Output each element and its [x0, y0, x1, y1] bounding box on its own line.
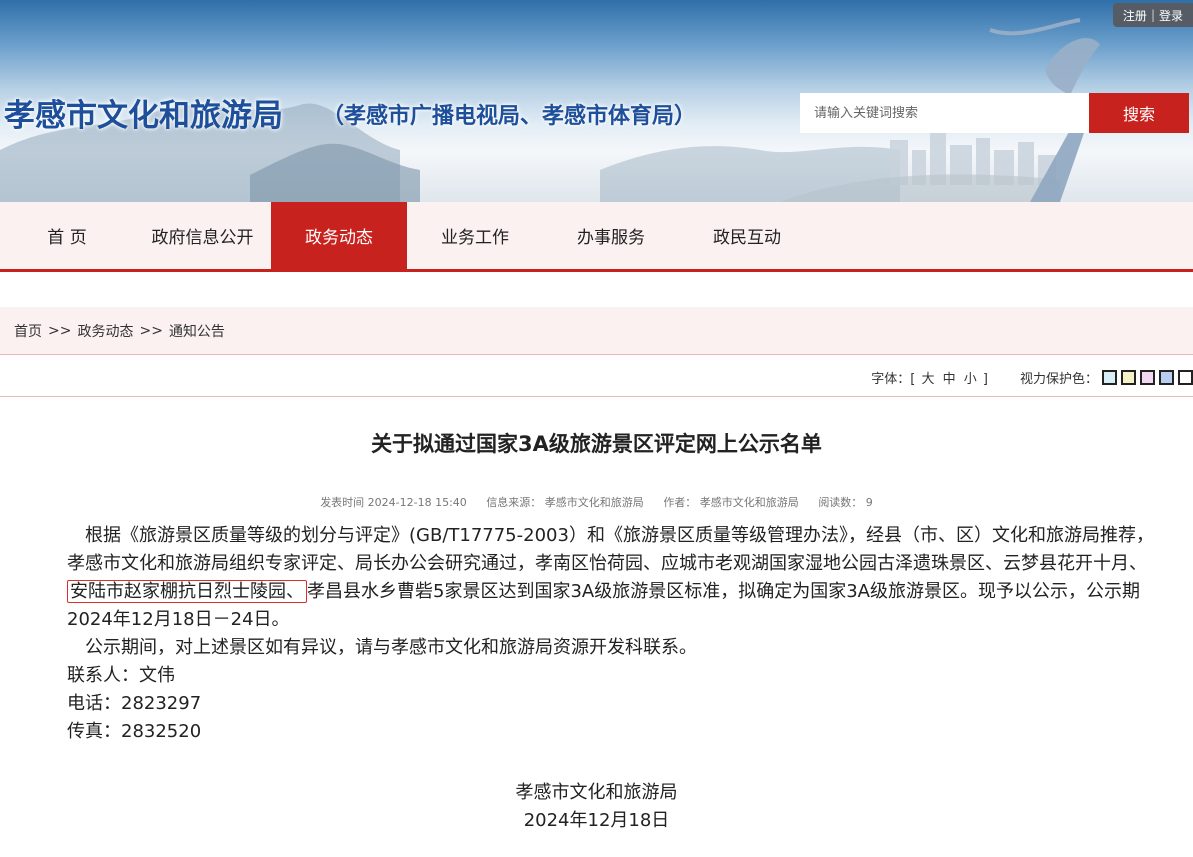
breadcrumb-separator: >>: [48, 322, 72, 339]
register-link[interactable]: 注册: [1119, 7, 1151, 24]
signature-org: 孝感市文化和旅游局: [515, 782, 678, 803]
eye-color-swatch-blue[interactable]: [1102, 369, 1117, 385]
breadcrumb-home[interactable]: 首页: [14, 321, 42, 341]
font-size-controls: 字体：[ 大 中 小 ]: [871, 368, 988, 387]
site-header: 孝感市文化和旅游局 （孝感市广播电视局、孝感市体育局） 注册 | 登录 搜索: [0, 0, 1193, 202]
font-medium-button[interactable]: 中: [941, 372, 958, 387]
article-meta: 发表时间 2024-12-18 15:40 信息来源： 孝感市文化和旅游局 作者…: [0, 494, 1193, 510]
login-link[interactable]: 登录: [1155, 7, 1187, 24]
nav-item-news[interactable]: 政务动态: [271, 202, 407, 269]
phone: 电话：2823297: [67, 693, 202, 714]
article-body: 根据《旅游景区质量等级的划分与评定》(GB/T17775-2003）和《旅游景区…: [67, 522, 1161, 746]
breadcrumb: 首页 >> 政务动态 >> 通知公告: [0, 307, 1193, 355]
breadcrumb-notices[interactable]: 通知公告: [169, 321, 225, 341]
site-title: 孝感市文化和旅游局: [4, 98, 283, 134]
eye-color-swatch-yellow[interactable]: [1121, 369, 1136, 385]
contact-person: 联系人：文伟: [67, 665, 175, 686]
nav-item-services[interactable]: 办事服务: [543, 202, 679, 269]
reading-tools: 字体：[ 大 中 小 ] 视力保护色：: [871, 366, 1193, 388]
publish-time: 发表时间 2024-12-18 15:40: [320, 496, 467, 509]
search-button[interactable]: 搜索: [1089, 93, 1189, 133]
eye-color-swatch-pink[interactable]: [1140, 369, 1155, 385]
nav-item-business[interactable]: 业务工作: [407, 202, 543, 269]
nav-item-interaction[interactable]: 政民互动: [679, 202, 815, 269]
font-large-button[interactable]: 大: [919, 372, 936, 387]
read-count: 阅读数： 9: [818, 496, 873, 509]
bracket-open: [: [910, 371, 916, 387]
main-nav: 首 页 政府信息公开 政务动态 业务工作 办事服务 政民互动: [0, 202, 1193, 272]
search-input[interactable]: [800, 93, 1089, 133]
breadcrumb-separator: >>: [139, 322, 163, 339]
signature-date: 2024年12月18日: [523, 810, 670, 831]
highlighted-scenic-spot: 安陆市赵家棚抗日烈士陵园、: [67, 580, 307, 603]
divider: [0, 396, 1193, 397]
info-source: 信息来源： 孝感市文化和旅游局: [486, 496, 644, 509]
fax: 传真：2832520: [67, 721, 202, 742]
paragraph: 根据《旅游景区质量等级的划分与评定》(GB/T17775-2003）和《旅游景区…: [67, 522, 1161, 634]
paragraph-text: 根据《旅游景区质量等级的划分与评定》(GB/T17775-2003）和《旅游景区…: [67, 525, 1154, 574]
article-title: 关于拟通过国家3A级旅游景区评定网上公示名单: [371, 432, 822, 456]
font-size-label: 字体：: [871, 371, 911, 387]
nav-item-gov-info[interactable]: 政府信息公开: [134, 202, 271, 269]
eye-color-swatch-lightblue[interactable]: [1159, 369, 1174, 385]
author: 作者： 孝感市文化和旅游局: [663, 496, 799, 509]
auth-links: 注册 | 登录: [1112, 3, 1193, 27]
bracket-close: ]: [982, 371, 988, 387]
font-small-button[interactable]: 小: [962, 372, 979, 387]
paragraph: 公示期间，对上述景区如有异议，请与孝感市文化和旅游局资源开发科联系。: [85, 637, 697, 658]
breadcrumb-news[interactable]: 政务动态: [77, 321, 133, 341]
site-subtitle: （孝感市广播电视局、孝感市体育局）: [322, 104, 697, 129]
eye-color-swatch-white[interactable]: [1178, 369, 1193, 385]
eye-protection-label: 视力保护色：: [1019, 371, 1098, 387]
nav-item-home[interactable]: 首 页: [0, 202, 134, 269]
